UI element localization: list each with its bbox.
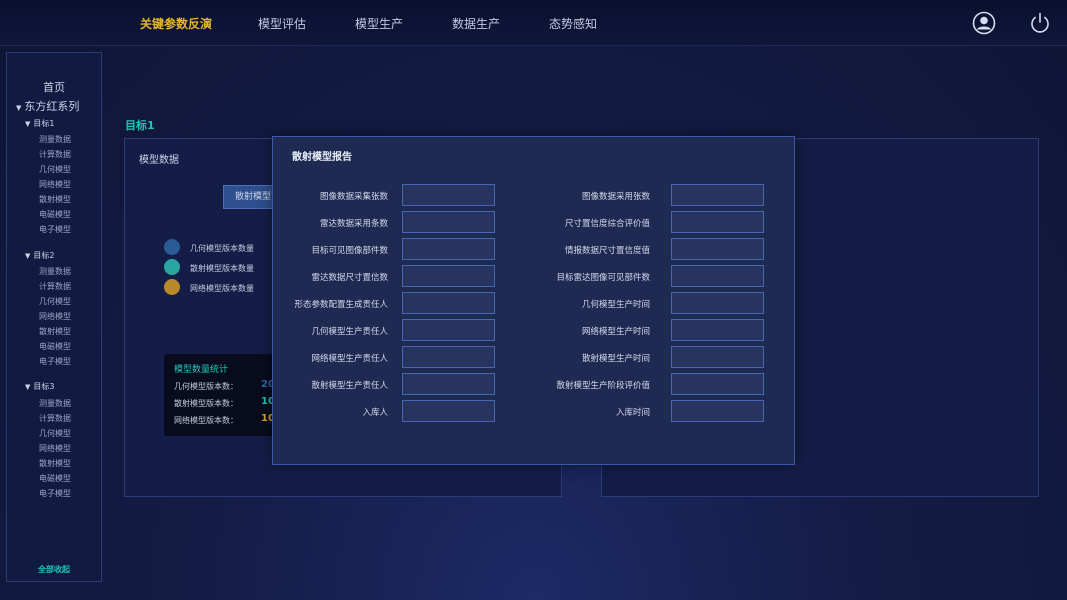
sidebar-item-home[interactable]: 首页 <box>7 79 101 95</box>
field-label: 网络模型生产时间 <box>581 327 650 337</box>
size-confidence-score-input[interactable] <box>671 211 764 233</box>
sidebar-leaf-scatter-model[interactable]: 散射模型 <box>39 458 71 469</box>
sidebar-leaf-measure-data[interactable]: 测量数据 <box>39 266 71 277</box>
legend-dot-icon <box>164 259 180 275</box>
sidebar-leaf-geometry-model[interactable]: 几何模型 <box>39 164 71 175</box>
image-collect-count-input[interactable] <box>402 184 495 206</box>
network-owner-input[interactable] <box>402 346 495 368</box>
sidebar-leaf-geometry-model[interactable]: 几何模型 <box>39 428 71 439</box>
sidebar-leaf-em-model[interactable]: 电磁模型 <box>39 341 71 352</box>
page-title: 目标1 <box>125 119 155 132</box>
sidebar-leaf-electronic-model[interactable]: 电子模型 <box>39 224 71 235</box>
field-label: 入库时间 <box>615 408 650 418</box>
sidebar-leaf-measure-data[interactable]: 测量数据 <box>39 398 71 409</box>
field-label: 几何模型生产责任人 <box>311 327 388 337</box>
nav-item-key-param-inversion[interactable]: 关键参数反演 <box>140 15 212 32</box>
stats-title: 模型数量统计 <box>174 365 229 375</box>
sidebar-leaf-electronic-model[interactable]: 电子模型 <box>39 488 71 499</box>
field-label: 雷达数据采用条数 <box>319 219 388 229</box>
panel-title: 模型数据 <box>139 155 179 166</box>
sidebar-group-label: 目标3 <box>33 382 55 391</box>
storage-person-input[interactable] <box>402 400 495 422</box>
sidebar-leaf-em-model[interactable]: 电磁模型 <box>39 209 71 220</box>
field-label: 图像数据采用张数 <box>581 192 650 202</box>
scatter-owner-input[interactable] <box>402 373 495 395</box>
collapse-all-button[interactable]: 全部收起 <box>7 564 101 575</box>
sidebar-leaf-geometry-model[interactable]: 几何模型 <box>39 296 71 307</box>
field-label: 雷达数据尺寸置信数 <box>311 273 388 283</box>
caret-down-icon: ▼ <box>25 383 31 391</box>
field-label: 形态参数配置生成责任人 <box>294 300 388 310</box>
caret-down-icon: ▼ <box>16 104 22 112</box>
scatter-stage-score-input[interactable] <box>671 373 764 395</box>
scatter-time-input[interactable] <box>671 346 764 368</box>
sidebar-leaf-measure-data[interactable]: 测量数据 <box>39 134 71 145</box>
form-param-owner-input[interactable] <box>402 292 495 314</box>
nav-item-data-production[interactable]: 数据生产 <box>452 15 500 32</box>
sidebar-leaf-calc-data[interactable]: 计算数据 <box>39 281 71 292</box>
geometry-time-input[interactable] <box>671 292 764 314</box>
visible-image-parts-input[interactable] <box>402 238 495 260</box>
network-time-input[interactable] <box>671 319 764 341</box>
geometry-owner-input[interactable] <box>402 319 495 341</box>
sidebar-item-dongfanghong[interactable]: ▼ 东方红系列 <box>16 98 79 114</box>
sidebar-item-label: 东方红系列 <box>24 100 80 113</box>
legend-label: 散射模型版本数量 <box>190 264 254 273</box>
image-used-count-input[interactable] <box>671 184 764 206</box>
legend-label: 网络模型版本数量 <box>190 284 254 293</box>
nav-item-model-evaluation[interactable]: 模型评估 <box>258 15 306 32</box>
scatter-model-report-dialog: 散射模型报告 图像数据采集张数 雷达数据采用条数 目标可见图像部件数 雷达数据尺… <box>272 136 795 465</box>
stats-label-network: 网络模型版本数： <box>174 416 238 425</box>
stats-label-scatter: 散射模型版本数： <box>174 399 238 408</box>
field-label: 情报数据尺寸置信度值 <box>564 246 650 256</box>
radar-visible-parts-input[interactable] <box>671 265 764 287</box>
dialog-title: 散射模型报告 <box>292 152 352 163</box>
sidebar-leaf-electronic-model[interactable]: 电子模型 <box>39 356 71 367</box>
sidebar-leaf-em-model[interactable]: 电磁模型 <box>39 473 71 484</box>
legend-dot-icon <box>164 239 180 255</box>
field-label: 尺寸置信度综合评价值 <box>564 219 650 229</box>
user-icon[interactable] <box>972 11 996 35</box>
field-label: 几何模型生产时间 <box>581 300 650 310</box>
sidebar-leaf-network-model[interactable]: 网络模型 <box>39 443 71 454</box>
field-label: 目标雷达图像可见部件数 <box>556 273 650 283</box>
sidebar-leaf-scatter-model[interactable]: 散射模型 <box>39 326 71 337</box>
sidebar-group-target2[interactable]: ▼ 目标2 <box>25 250 54 261</box>
field-label: 散射模型生产责任人 <box>311 381 388 391</box>
intel-size-confidence-input[interactable] <box>671 238 764 260</box>
sidebar-leaf-calc-data[interactable]: 计算数据 <box>39 149 71 160</box>
storage-time-input[interactable] <box>671 400 764 422</box>
sidebar-group-target1[interactable]: ▼ 目标1 <box>25 118 54 129</box>
radar-size-confidence-input[interactable] <box>402 265 495 287</box>
stats-label-geometry: 几何模型版本数： <box>174 382 238 391</box>
field-label: 散射模型生产阶段评价值 <box>556 381 650 391</box>
field-label: 图像数据采集张数 <box>319 192 388 202</box>
sidebar-leaf-network-model[interactable]: 网络模型 <box>39 311 71 322</box>
nav-item-situation-awareness[interactable]: 态势感知 <box>549 15 597 32</box>
field-label: 目标可见图像部件数 <box>311 246 388 256</box>
field-label: 网络模型生产责任人 <box>311 354 388 364</box>
radar-data-count-input[interactable] <box>402 211 495 233</box>
sidebar-group-label: 目标2 <box>33 251 55 260</box>
caret-down-icon: ▼ <box>25 252 31 260</box>
sidebar-group-label: 目标1 <box>33 119 55 128</box>
sidebar-leaf-calc-data[interactable]: 计算数据 <box>39 413 71 424</box>
legend-label: 几何模型版本数量 <box>190 244 254 253</box>
sidebar-leaf-scatter-model[interactable]: 散射模型 <box>39 194 71 205</box>
sidebar-group-target3[interactable]: ▼ 目标3 <box>25 381 54 392</box>
top-navigation-bar: 关键参数反演 模型评估 模型生产 数据生产 态势感知 <box>0 0 1067 46</box>
sidebar: 首页 ▼ 东方红系列 ▼ 目标1 测量数据 计算数据 几何模型 网络模型 散射模型 … <box>6 52 102 582</box>
field-label: 散射模型生产时间 <box>581 354 650 364</box>
field-label: 入库人 <box>362 408 388 418</box>
nav-item-model-production[interactable]: 模型生产 <box>355 15 403 32</box>
legend-dot-icon <box>164 279 180 295</box>
sidebar-leaf-network-model[interactable]: 网络模型 <box>39 179 71 190</box>
power-icon[interactable] <box>1028 11 1052 35</box>
caret-down-icon: ▼ <box>25 120 31 128</box>
